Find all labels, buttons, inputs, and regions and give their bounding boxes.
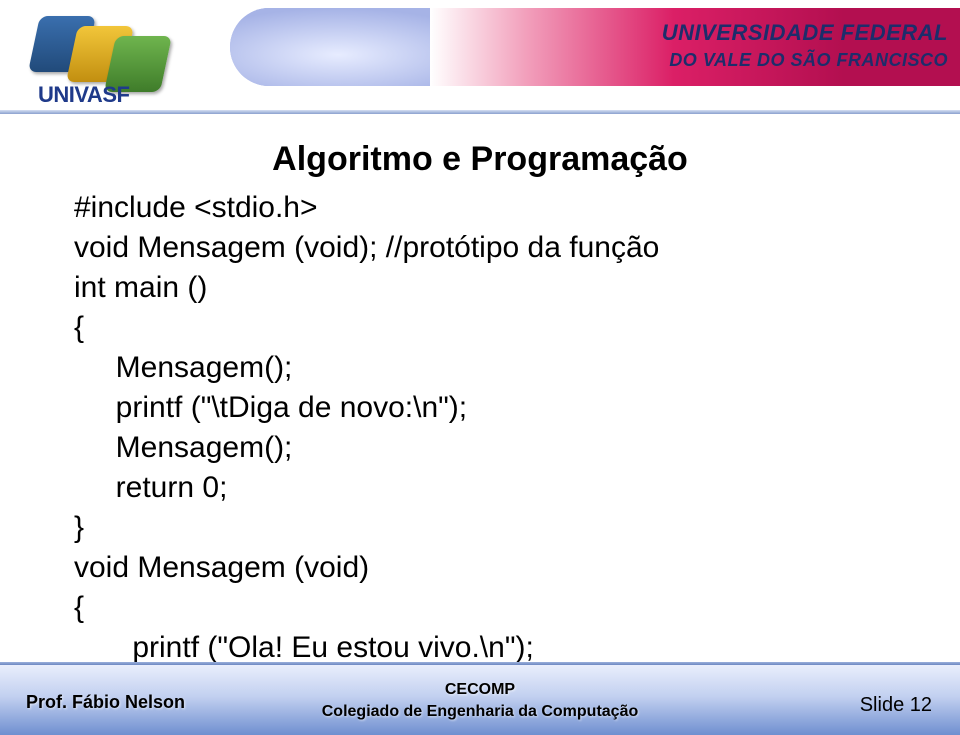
slide-number: Slide 12: [860, 694, 932, 717]
university-name: UNIVERSIDADE FEDERAL DO VALE DO SÃO FRAN…: [468, 20, 948, 71]
footer-cecomp: CECOMP: [445, 681, 515, 698]
university-line2: DO VALE DO SÃO FRANCISCO: [468, 50, 948, 71]
footer-center: CECOMP Colegiado de Engenharia da Comput…: [0, 679, 960, 723]
footer-colegiado: Colegiado de Engenharia da Computação: [322, 703, 639, 720]
header: UNIVASF UNIVERSIDADE FEDERAL DO VALE DO …: [0, 0, 960, 120]
header-bar: UNIVERSIDADE FEDERAL DO VALE DO SÃO FRAN…: [230, 8, 960, 86]
code-block: #include <stdio.h> void Mensagem (void);…: [74, 188, 894, 708]
footer: Prof. Fábio Nelson CECOMP Colegiado de E…: [0, 665, 960, 735]
university-line1: UNIVERSIDADE FEDERAL: [468, 20, 948, 46]
header-bar-bg: UNIVERSIDADE FEDERAL DO VALE DO SÃO FRAN…: [230, 8, 960, 86]
header-divider: [0, 110, 960, 114]
logo-univasf: UNIVASF: [28, 12, 178, 102]
logo-text: UNIVASF: [38, 82, 129, 108]
slide-title: Algoritmo e Programação: [0, 140, 960, 179]
header-pink-banner: UNIVERSIDADE FEDERAL DO VALE DO SÃO FRAN…: [430, 8, 960, 86]
slide: UNIVASF UNIVERSIDADE FEDERAL DO VALE DO …: [0, 0, 960, 735]
